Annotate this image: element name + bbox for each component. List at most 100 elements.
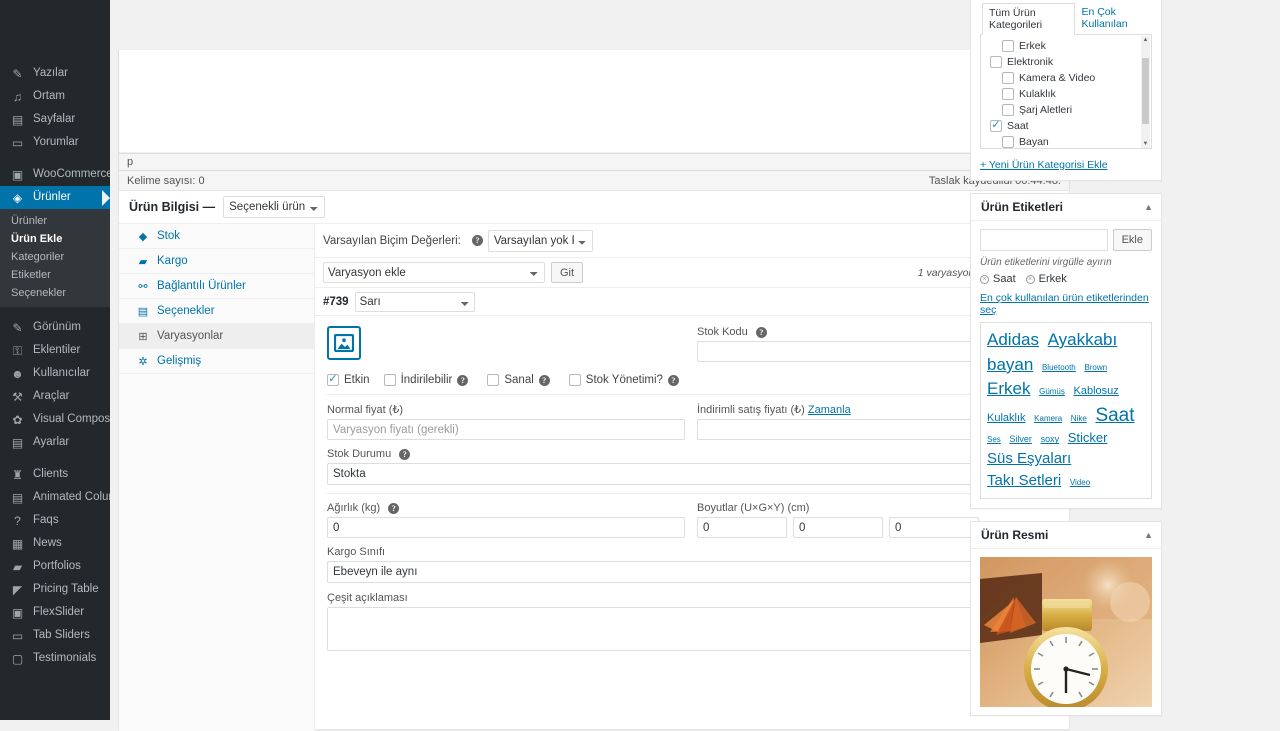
sidebar-item-animated-columns[interactable]: ▤ Animated Columns	[0, 486, 110, 509]
sidebar-item-tab-sliders[interactable]: ▭ Tab Sliders	[0, 624, 110, 647]
sidebar-item-pricing-table[interactable]: ◤ Pricing Table	[0, 578, 110, 601]
category-scrollbar[interactable]: ▲ ▼	[1141, 36, 1150, 148]
tag-cloud-link[interactable]: Adidas	[987, 330, 1039, 349]
category-item[interactable]: Saat	[981, 118, 1151, 134]
tab-se-enekler[interactable]: ▤ Seçenekler	[119, 299, 314, 324]
help-icon[interactable]: ?	[399, 448, 411, 460]
sidebar-item-sayfalar[interactable]: ▤ Sayfalar	[0, 108, 110, 131]
checkbox-sanal[interactable]: Sanal?	[487, 374, 554, 386]
category-item[interactable]: Bayan	[981, 134, 1151, 148]
category-item[interactable]: Kulaklık	[981, 86, 1151, 102]
submenu-item--r-n-ekle[interactable]: Ürün Ekle	[0, 230, 110, 248]
tag-input[interactable]	[980, 229, 1108, 251]
tag-cloud-link[interactable]: Kulaklık	[987, 412, 1026, 424]
tag-cloud-link[interactable]: Ses	[987, 435, 1001, 444]
tab-all-categories[interactable]: Tüm Ürün Kategorileri	[982, 3, 1076, 35]
sidebar-item-woocommerce[interactable]: ▣ WooCommerce	[0, 163, 110, 186]
tag-cloud-link[interactable]: Süs Eşyaları	[987, 450, 1071, 467]
checkbox-i-ndirilebilir[interactable]: İndirilebilir?	[383, 374, 474, 386]
category-checkbox[interactable]	[990, 120, 1002, 132]
tag-cloud-link[interactable]: Takı Setleri	[987, 472, 1061, 489]
tab-kargo[interactable]: ▰ Kargo	[119, 249, 314, 274]
help-icon[interactable]: ?	[388, 502, 400, 514]
schedule-sale-link[interactable]: Zamanla	[808, 404, 851, 416]
sidebar-item-testimonials[interactable]: ▢ Testimonials	[0, 647, 110, 670]
chevron-up-icon[interactable]: ▲	[1144, 530, 1153, 540]
variation-attribute-select[interactable]: Sarı	[354, 291, 475, 312]
editor-textarea[interactable]	[119, 50, 1069, 153]
tag-cloud-link[interactable]: bayan	[987, 355, 1033, 374]
go-button[interactable]: Git	[551, 262, 584, 283]
remove-tag-icon[interactable]: ×	[980, 274, 989, 284]
sidebar-item-yaz-lar[interactable]: ✎ Yazılar	[0, 62, 110, 85]
tag-cloud-link[interactable]: Saat	[1095, 405, 1134, 426]
category-checkbox[interactable]	[1002, 104, 1014, 116]
tag-cloud-link[interactable]: Gümüş	[1039, 387, 1065, 396]
sidebar-item--r-nler[interactable]: ◈ Ürünler	[0, 186, 110, 209]
shipping-class-select[interactable]: Ebeveyn ile aynı	[327, 561, 1057, 583]
checkbox-stok-y-netimi-[interactable]: Stok Yönetimi??	[568, 374, 684, 386]
product-type-select[interactable]: Seçenekli ürün	[223, 196, 326, 218]
category-checkbox[interactable]	[1002, 72, 1014, 84]
tag-cloud-link[interactable]: Sticker	[1068, 430, 1108, 445]
category-item[interactable]: Kamera & Video	[981, 70, 1151, 86]
sidebar-item-faqs[interactable]: ? Faqs	[0, 509, 110, 532]
category-item[interactable]: Şarj Aletleri	[981, 102, 1151, 118]
chevron-up-icon[interactable]: ▲	[1142, 37, 1149, 43]
sidebar-item-kullan-c-lar[interactable]: ☻ Kullanıcılar	[0, 362, 110, 385]
tab-ba-lant-l-r-nler[interactable]: ⚯ Bağlantılı Ürünler	[119, 274, 314, 299]
help-icon[interactable]: ?	[667, 374, 679, 386]
checkbox-etkin[interactable]: Etkin	[327, 374, 370, 386]
checkbox-box[interactable]	[327, 374, 339, 386]
default-attribute-select[interactable]: Varsayılan yok RENK...	[487, 229, 593, 252]
category-checkbox[interactable]	[1002, 88, 1014, 100]
tag-cloud-link[interactable]: Kamera	[1034, 414, 1062, 423]
tag-cloud-link[interactable]: Erkek	[987, 379, 1030, 398]
sidebar-item-clients[interactable]: ♜ Clients	[0, 463, 110, 486]
tab-stok[interactable]: ◆ Stok	[119, 224, 314, 249]
stock-status-select[interactable]: Stokta	[327, 463, 1057, 485]
choose-popular-tags-link[interactable]: En çok kullanılan ürün etiketlerinden se…	[980, 292, 1152, 316]
sidebar-item-eklentiler[interactable]: ⚿ Eklentiler	[0, 339, 110, 362]
add-tag-button[interactable]: Ekle	[1112, 229, 1152, 251]
checkbox-box[interactable]	[487, 374, 500, 386]
image-placeholder-icon[interactable]	[327, 326, 361, 360]
category-checkbox[interactable]	[1002, 40, 1014, 52]
submenu-item-etiketler[interactable]: Etiketler	[0, 266, 110, 284]
sidebar-item-ortam[interactable]: ♫ Ortam	[0, 85, 110, 108]
weight-input[interactable]	[327, 517, 685, 538]
regular-price-input[interactable]	[327, 419, 685, 440]
tag-cloud-link[interactable]: Silver	[1009, 434, 1032, 444]
category-item[interactable]: Erkek	[981, 38, 1151, 54]
dimension-input-2[interactable]	[793, 517, 883, 538]
category-item[interactable]: Elektronik	[981, 54, 1151, 70]
sidebar-item-visual-composer[interactable]: ✿ Visual Composer	[0, 408, 110, 431]
help-icon[interactable]: ?	[538, 374, 550, 386]
sidebar-item-g-r-n-m[interactable]: ✎ Görünüm	[0, 316, 110, 339]
dimension-input-1[interactable]	[697, 517, 787, 538]
tag-cloud-link[interactable]: soxy	[1041, 434, 1060, 444]
submenu-item-se-enekler[interactable]: Seçenekler	[0, 284, 110, 302]
scrollbar-thumb[interactable]	[1142, 58, 1149, 124]
tag-cloud-link[interactable]: Bluetooth	[1042, 363, 1076, 372]
tab-varyasyonlar[interactable]: ⊞ Varyasyonlar	[119, 324, 314, 349]
dimension-input-3[interactable]	[889, 517, 979, 538]
add-new-category-link[interactable]: + Yeni Ürün Kategorisi Ekle	[980, 159, 1108, 171]
checkbox-box[interactable]	[383, 374, 396, 386]
product-image-thumbnail[interactable]	[979, 556, 1153, 707]
submenu-item-kategoriler[interactable]: Kategoriler	[0, 248, 110, 266]
submenu-item--r-nler[interactable]: Ürünler	[0, 212, 110, 230]
tag-cloud-link[interactable]: Kablosuz	[1074, 385, 1119, 397]
tag-cloud-link[interactable]: Brown	[1084, 363, 1107, 372]
sidebar-item-yorumlar[interactable]: ▭ Yorumlar	[0, 131, 110, 154]
checkbox-box[interactable]	[568, 374, 581, 386]
sidebar-item-flexslider[interactable]: ▣ FlexSlider	[0, 601, 110, 624]
tab-popular-categories[interactable]: En Çok Kullanılan	[1075, 3, 1152, 34]
tag-cloud-link[interactable]: Nike	[1071, 414, 1087, 423]
sidebar-item-portfolios[interactable]: ▰ Portfolios	[0, 555, 110, 578]
tag-cloud-link[interactable]: Video	[1070, 478, 1090, 487]
variation-description-textarea[interactable]	[327, 607, 1057, 651]
sidebar-item-ara-lar[interactable]: ⚒ Araçlar	[0, 385, 110, 408]
chevron-up-icon[interactable]: ▲	[1144, 202, 1153, 212]
tag-cloud-link[interactable]: Ayakkabı	[1048, 330, 1118, 349]
